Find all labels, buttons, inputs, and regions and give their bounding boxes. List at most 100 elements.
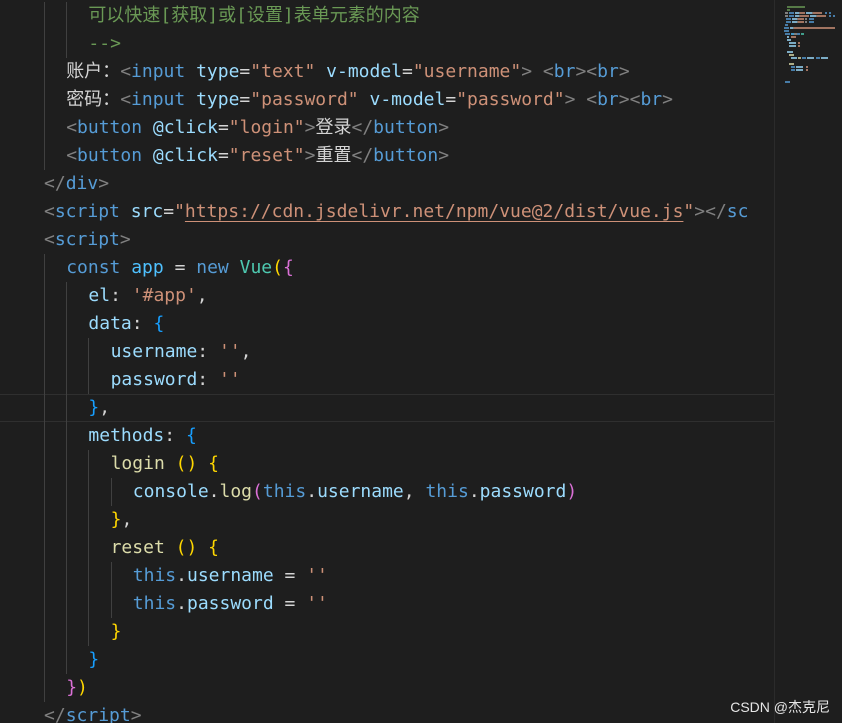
minimap-line: [829, 12, 831, 14]
code-token: <: [44, 229, 55, 250]
minimap-line: [784, 30, 789, 32]
minimap-line: [833, 15, 835, 17]
code-line[interactable]: 密码：<input type="password" v-model="passw…: [0, 86, 774, 114]
minimap-line: [798, 18, 804, 20]
indent-guide: [44, 310, 45, 338]
minimap[interactable]: [774, 0, 842, 723]
code-line[interactable]: reset () {: [0, 534, 774, 562]
code-token: @click: [152, 145, 218, 166]
code-token: :: [197, 369, 219, 390]
indent-guide: [66, 506, 68, 534]
code-line[interactable]: el: '#app',: [0, 282, 774, 310]
indent-guide: [88, 478, 90, 506]
code-token: "password": [250, 89, 359, 110]
code-token: '': [306, 565, 328, 586]
indent-guide: [44, 58, 45, 86]
code-text: console.log(this.username, this.password…: [133, 478, 577, 506]
code-line[interactable]: <script src="https://cdn.jsdelivr.net/np…: [0, 198, 774, 226]
code-token: >: [438, 145, 450, 166]
indent-guide: [110, 562, 112, 590]
minimap-line: [789, 63, 794, 65]
indent-guide: [44, 506, 45, 534]
code-line[interactable]: <button @click="login">登录</button>: [0, 114, 774, 142]
code-token: <: [120, 89, 132, 110]
code-token: }: [88, 649, 100, 670]
indent-guide: [66, 310, 68, 338]
code-token[interactable]: https://cdn.jsdelivr.net/npm/vue@2/dist/…: [185, 201, 684, 222]
code-token: data: [88, 313, 132, 334]
code-line[interactable]: const app = new Vue({: [0, 254, 774, 282]
code-line[interactable]: 账户：<input type="text" v-model="username"…: [0, 58, 774, 86]
code-token: =: [217, 117, 229, 138]
minimap-line: [785, 81, 790, 83]
code-token: <: [542, 61, 554, 82]
code-token: =: [163, 257, 197, 278]
code-token: username: [110, 341, 198, 362]
code-line[interactable]: this.username = '': [0, 562, 774, 590]
indent-guide: [44, 618, 45, 646]
code-line[interactable]: }): [0, 674, 774, 702]
code-line[interactable]: username: '',: [0, 338, 774, 366]
code-line[interactable]: <button @click="reset">重置</button>: [0, 142, 774, 170]
code-line[interactable]: login () {: [0, 450, 774, 478]
code-token: </: [351, 117, 374, 138]
indent-guide: [66, 646, 68, 674]
code-token: (: [272, 257, 283, 278]
code-line[interactable]: 可以快速[获取]或[设置]表单元素的内容: [0, 2, 774, 30]
code-line[interactable]: </div>: [0, 170, 774, 198]
indent-guide: [44, 534, 45, 562]
code-token: v-model: [326, 61, 402, 82]
code-line[interactable]: },: [0, 506, 774, 534]
code-token: div: [65, 173, 99, 194]
code-token: br: [597, 61, 619, 82]
code-line[interactable]: password: '': [0, 366, 774, 394]
code-token: type: [196, 89, 240, 110]
code-token: br: [597, 89, 619, 110]
minimap-line: [786, 21, 791, 23]
code-text: 密码：<input type="password" v-model="passw…: [66, 86, 673, 114]
code-token: ": [174, 201, 185, 222]
code-line[interactable]: console.log(this.username, this.password…: [0, 478, 774, 506]
code-editor[interactable]: 可以快速[获取]或[设置]表单元素的内容 --> 账户：<input type="t…: [0, 0, 774, 723]
code-text: 可以快速[获取]或[设置]表单元素的内容: [88, 2, 419, 30]
indent-guide: [66, 394, 68, 422]
indent-guide: [66, 422, 68, 450]
code-token: >: [521, 61, 533, 82]
minimap-line: [800, 15, 809, 17]
code-line[interactable]: methods: {: [0, 422, 774, 450]
minimap-line: [787, 9, 790, 11]
code-token: }: [110, 509, 122, 530]
code-token: </: [351, 145, 374, 166]
code-text: el: '#app',: [88, 282, 207, 310]
minimap-line: [806, 66, 808, 68]
code-token: "text": [250, 61, 316, 82]
code-token: button: [373, 117, 439, 138]
code-token: console: [132, 481, 209, 502]
code-token: -->: [88, 33, 121, 54]
code-line[interactable]: }: [0, 646, 774, 674]
code-token: </: [44, 705, 66, 723]
code-token: this: [425, 481, 469, 502]
code-token: input: [131, 61, 186, 82]
code-text: methods: {: [88, 422, 196, 450]
code-line[interactable]: data: {: [0, 310, 774, 338]
minimap-line: [816, 57, 820, 59]
minimap-line: [801, 33, 804, 35]
code-token: =: [239, 89, 251, 110]
code-line[interactable]: }: [0, 618, 774, 646]
code-token: }: [88, 397, 100, 418]
code-line[interactable]: -->: [0, 30, 774, 58]
code-line[interactable]: this.password = '': [0, 590, 774, 618]
code-token: "password": [456, 89, 565, 110]
code-line[interactable]: <script>: [0, 226, 774, 254]
code-line[interactable]: </script>: [0, 702, 774, 723]
code-token: this: [132, 565, 177, 586]
code-token: '': [306, 593, 328, 614]
code-line[interactable]: },: [0, 394, 774, 422]
code-token: :: [164, 425, 186, 446]
